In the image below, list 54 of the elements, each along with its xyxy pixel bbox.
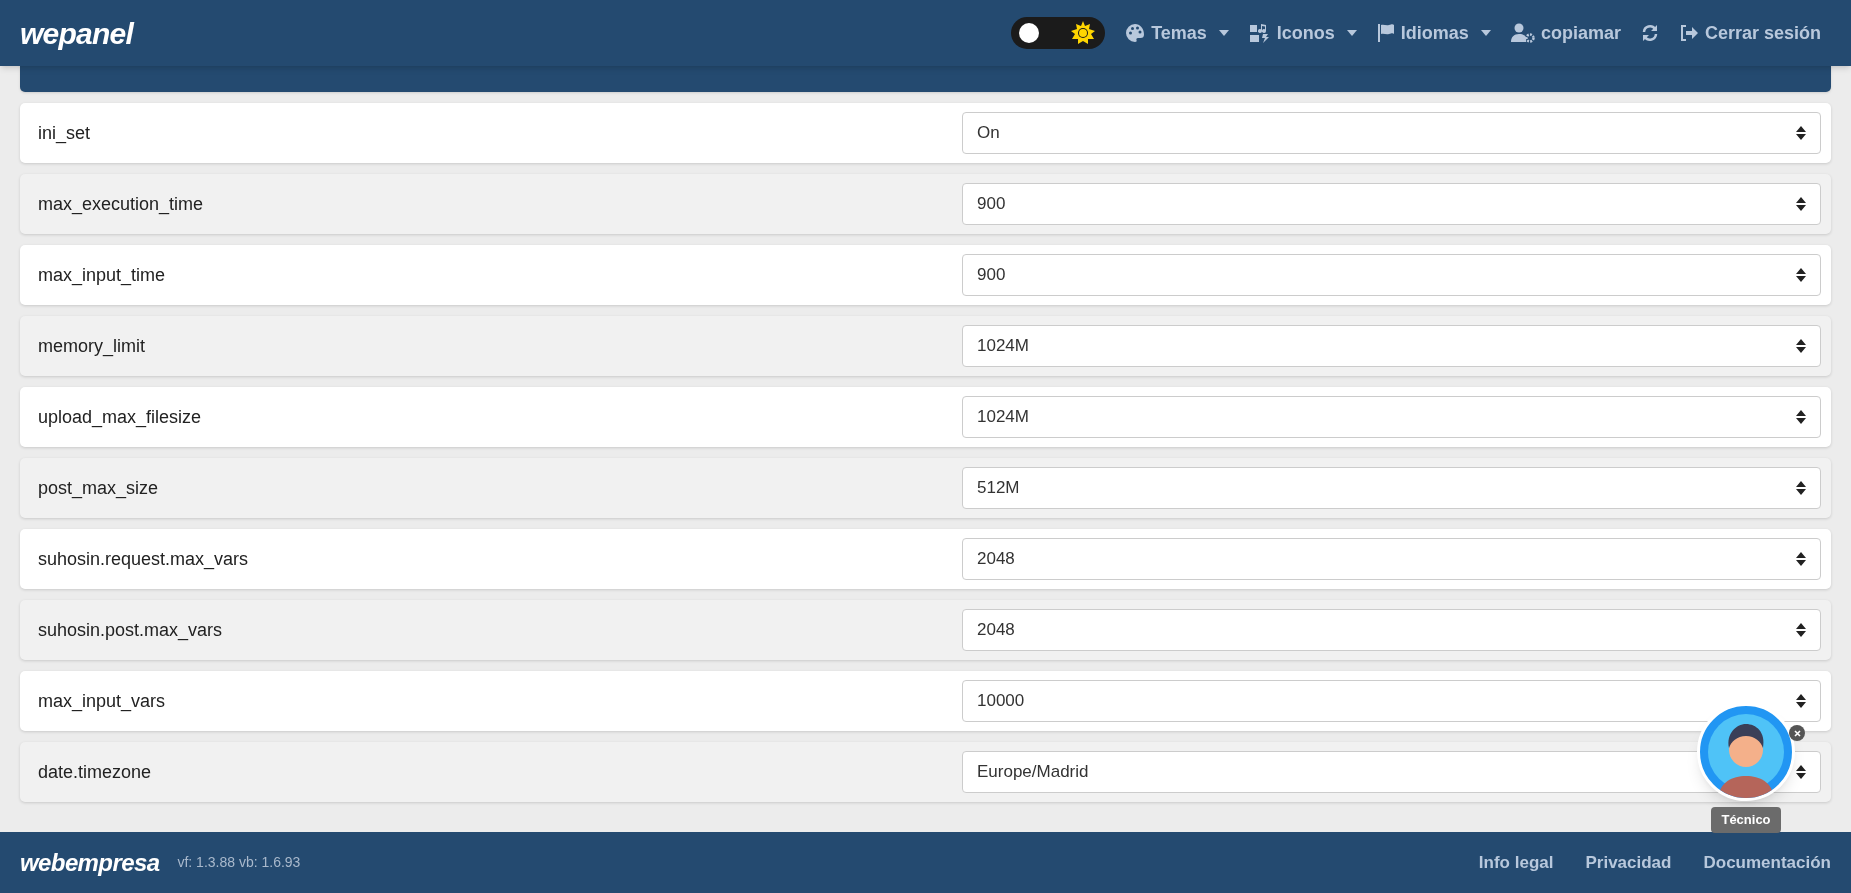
footer-link[interactable]: Documentación	[1703, 849, 1831, 876]
up-down-caret-icon	[1796, 552, 1806, 566]
parameter-name: suhosin.request.max_vars	[38, 547, 250, 572]
parameter-name: suhosin.post.max_vars	[38, 618, 224, 643]
shapes-icon	[1248, 23, 1271, 43]
select-field[interactable]: 2048	[962, 538, 1821, 580]
caret-icon	[1346, 30, 1357, 36]
parameter-name: max_execution_time	[38, 192, 205, 217]
select-field[interactable]: 512M	[962, 467, 1821, 509]
up-down-caret-icon	[1796, 481, 1806, 495]
nav-menu-item[interactable]: Temas	[1115, 13, 1239, 53]
theme-toggle[interactable]	[1011, 17, 1106, 49]
sun-icon	[1071, 21, 1096, 45]
parameter-name: max_input_vars	[38, 689, 167, 714]
logo[interactable]: wepanel	[20, 10, 134, 56]
version-text: vf: 1.3.88 vb: 1.6.93	[177, 853, 301, 872]
close-icon	[1793, 729, 1801, 737]
select-field[interactable]: 2048	[962, 609, 1821, 651]
nav-menu-item[interactable]: Iconos	[1238, 13, 1367, 53]
refresh-icon	[1640, 24, 1659, 42]
flag-icon	[1376, 23, 1395, 43]
up-down-caret-icon	[1796, 694, 1806, 708]
select-field[interactable]: 10000	[962, 680, 1821, 722]
parameter-name: post_max_size	[38, 476, 160, 501]
select-field[interactable]: 900	[962, 254, 1821, 296]
user-gear-icon	[1510, 23, 1535, 43]
nav-menu-item[interactable]: Idiomas	[1366, 13, 1501, 53]
up-down-caret-icon	[1796, 339, 1806, 353]
select-field[interactable]: Europe/Madrid	[962, 751, 1821, 793]
parameter-name: max_input_time	[38, 263, 167, 288]
caret-icon	[1218, 30, 1229, 36]
palette-icon	[1125, 23, 1146, 43]
logout-icon	[1678, 24, 1699, 42]
up-down-caret-icon	[1796, 623, 1806, 637]
parameter-name: date.timezone	[38, 760, 153, 784]
parameter-name: memory_limit	[38, 334, 146, 359]
close-button[interactable]	[1789, 725, 1805, 741]
parameter-name: upload_max_filesize	[38, 405, 203, 430]
nav-menu-item[interactable]: copiamar	[1500, 13, 1631, 53]
up-down-caret-icon	[1796, 268, 1806, 282]
up-down-caret-icon	[1796, 197, 1806, 211]
caret-icon	[1480, 30, 1491, 36]
up-down-caret-icon	[1796, 410, 1806, 424]
select-field[interactable]: 1024M	[962, 396, 1821, 438]
footer-logo[interactable]: webempresa	[20, 844, 160, 881]
footer-link[interactable]: Info legal	[1478, 849, 1554, 876]
assistant-label: Técnico	[1711, 807, 1781, 833]
select-field[interactable]: 900	[962, 183, 1821, 225]
parameter-name: ini_set	[38, 121, 92, 146]
nav-menu-item[interactable]: Cerrar sesión	[1668, 13, 1831, 53]
select-field[interactable]: 1024M	[962, 325, 1821, 367]
select-field[interactable]: On	[962, 112, 1821, 154]
footer-link[interactable]: Privacidad	[1585, 849, 1672, 876]
up-down-caret-icon	[1796, 126, 1806, 140]
